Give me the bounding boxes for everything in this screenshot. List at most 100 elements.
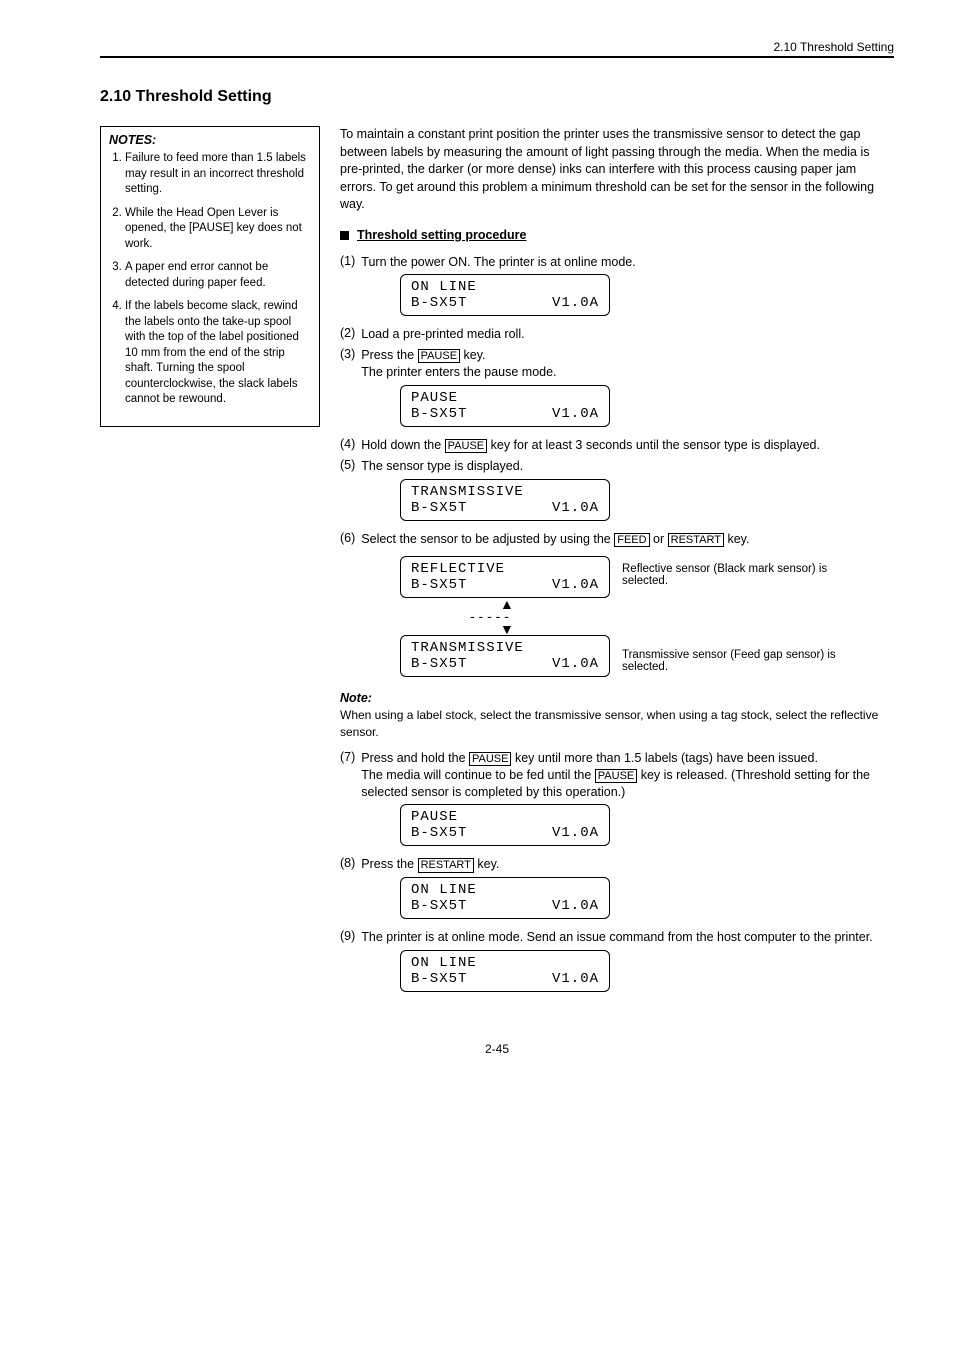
- inline-note-text: When using a label stock, select the tra…: [340, 707, 894, 739]
- lcd-caption: Transmissive sensor (Feed gap sensor) is…: [622, 649, 842, 673]
- lcd-line2-left: B-SX5T: [411, 295, 467, 311]
- step-number: (8): [340, 856, 355, 870]
- pause-key-label: PAUSE: [595, 769, 637, 783]
- step-text: Hold down the PAUSE key for at least 3 s…: [361, 437, 894, 454]
- lcd-line2-right: V1.0A: [552, 898, 599, 914]
- lcd-line2-right: V1.0A: [552, 656, 599, 672]
- arrow-down-icon: ▼: [500, 623, 894, 636]
- lcd-line2-right: V1.0A: [552, 577, 599, 593]
- square-bullet-icon: [340, 231, 349, 240]
- step-text-frag: Select the sensor to be adjusted by usin…: [361, 532, 614, 546]
- step-text-frag: The media will continue to be fed until …: [361, 768, 594, 782]
- pause-key-label: PAUSE: [418, 349, 460, 363]
- lcd-display: PAUSE B-SX5TV1.0A: [400, 804, 610, 846]
- step-row: (7) Press and hold the PAUSE key until m…: [340, 750, 894, 801]
- step-text: Select the sensor to be adjusted by usin…: [361, 531, 894, 548]
- intro-paragraph: To maintain a constant print position th…: [340, 126, 894, 214]
- lcd-line2-left: B-SX5T: [411, 825, 467, 841]
- step-text: Press and hold the PAUSE key until more …: [361, 750, 894, 801]
- step-text-frag: The printer enters the pause mode.: [361, 365, 556, 379]
- lcd-line2-right: V1.0A: [552, 500, 599, 516]
- lcd-line2-right: V1.0A: [552, 971, 599, 987]
- procedure-heading-text: Threshold setting procedure: [357, 228, 526, 242]
- step-row: (4) Hold down the PAUSE key for at least…: [340, 437, 894, 454]
- lcd-line2-left: B-SX5T: [411, 656, 467, 672]
- feed-key-label: FEED: [614, 533, 649, 547]
- arrow-separator: ▲ - - - - - ▼: [470, 598, 894, 636]
- restart-key-label: RESTART: [418, 858, 474, 872]
- procedure-heading: Threshold setting procedure: [340, 228, 894, 242]
- page-title: 2.10 Threshold Setting: [100, 88, 894, 106]
- lcd-display: TRANSMISSIVE B-SX5T V1.0A: [400, 479, 610, 521]
- header-section: 2.10 Threshold Setting: [100, 40, 894, 54]
- note-item: Failure to feed more than 1.5 labels may…: [125, 151, 311, 198]
- lcd-line1: ON LINE: [411, 882, 477, 898]
- step-text-frag: key for at least 3 seconds until the sen…: [487, 438, 820, 452]
- step-row: (9) The printer is at online mode. Send …: [340, 929, 894, 946]
- lcd-display: TRANSMISSIVE B-SX5T V1.0A: [400, 635, 610, 677]
- step-text-frag: Hold down the: [361, 438, 444, 452]
- lcd-display: PAUSE B-SX5T V1.0A: [400, 385, 610, 427]
- note-item: While the Head Open Lever is opened, the…: [125, 206, 311, 253]
- notes-box: NOTES: Failure to feed more than 1.5 lab…: [100, 126, 320, 427]
- step-text-frag: Press and hold the: [361, 751, 469, 765]
- step-text-frag: Press the: [361, 348, 417, 362]
- inline-note-title: Note:: [340, 691, 894, 705]
- arrow-up-icon: ▲: [500, 598, 894, 611]
- pause-key-label: PAUSE: [445, 439, 487, 453]
- restart-key-label: RESTART: [668, 533, 724, 547]
- step-row: (2) Load a pre-printed media roll.: [340, 326, 894, 343]
- step-row: (1) Turn the power ON. The printer is at…: [340, 254, 894, 271]
- step-text: Press the RESTART key.: [361, 856, 894, 873]
- lcd-display: ON LINE B-SX5T V1.0A: [400, 950, 610, 992]
- step-text-frag: or: [650, 532, 668, 546]
- step-text-frag: key.: [474, 857, 499, 871]
- lcd-line2-right: V1.0A: [552, 295, 599, 311]
- step-number: (5): [340, 458, 355, 472]
- lcd-line2-left: B-SX5T: [411, 898, 467, 914]
- step-text-frag: Press the: [361, 857, 417, 871]
- lcd-display: ON LINE B-SX5T V1.0A: [400, 274, 610, 316]
- step-number: (9): [340, 929, 355, 943]
- step-row: (3) Press the PAUSE key. The printer ent…: [340, 347, 894, 381]
- lcd-line1: PAUSE: [411, 390, 458, 406]
- note-item: A paper end error cannot be detected dur…: [125, 260, 311, 291]
- lcd-line2-right: V1.0A: [552, 406, 599, 422]
- step-number: (1): [340, 254, 355, 268]
- lcd-line2-left: B-SX5T: [411, 971, 467, 987]
- step-number: (3): [340, 347, 355, 361]
- step-number: (7): [340, 750, 355, 764]
- step-row: (8) Press the RESTART key.: [340, 856, 894, 873]
- lcd-line2-left: B-SX5T: [411, 500, 467, 516]
- lcd-line2-right: V1.0A: [552, 825, 599, 841]
- lcd-display: ON LINE B-SX5T V1.0A: [400, 877, 610, 919]
- step-text: Load a pre-printed media roll.: [361, 326, 894, 343]
- step-text-frag: key.: [724, 532, 749, 546]
- arrow-dash-icon: - - - - -: [470, 610, 894, 623]
- page-number: 2-45: [100, 1042, 894, 1056]
- header-rule: [100, 56, 894, 58]
- step-text: The sensor type is displayed.: [361, 458, 894, 475]
- note-item: If the labels become slack, rewind the l…: [125, 299, 311, 408]
- lcd-caption: Reflective sensor (Black mark sensor) is…: [622, 563, 842, 587]
- step-row: (6) Select the sensor to be adjusted by …: [340, 531, 894, 548]
- lcd-line1: ON LINE: [411, 279, 477, 295]
- step-text: Turn the power ON. The printer is at onl…: [361, 254, 894, 271]
- lcd-line2-left: B-SX5T: [411, 577, 467, 593]
- lcd-line1: ON LINE: [411, 955, 477, 971]
- step-text: The printer is at online mode. Send an i…: [361, 929, 894, 946]
- lcd-line1: TRANSMISSIVE: [411, 484, 524, 500]
- lcd-display: REFLECTIVE B-SX5T V1.0A: [400, 556, 610, 598]
- pause-key-label: PAUSE: [469, 752, 511, 766]
- notes-list: Failure to feed more than 1.5 labels may…: [109, 151, 311, 408]
- step-number: (2): [340, 326, 355, 340]
- step-number: (4): [340, 437, 355, 451]
- lcd-line1: REFLECTIVE: [411, 561, 505, 577]
- step-text-frag: key until more than 1.5 labels (tags) ha…: [511, 751, 817, 765]
- step-text-frag: key.: [460, 348, 485, 362]
- lcd-line2-left: B-SX5T: [411, 406, 467, 422]
- step-text: Press the PAUSE key. The printer enters …: [361, 347, 894, 381]
- notes-title: NOTES:: [109, 133, 311, 147]
- step-number: (6): [340, 531, 355, 545]
- lcd-line1: TRANSMISSIVE: [411, 640, 524, 656]
